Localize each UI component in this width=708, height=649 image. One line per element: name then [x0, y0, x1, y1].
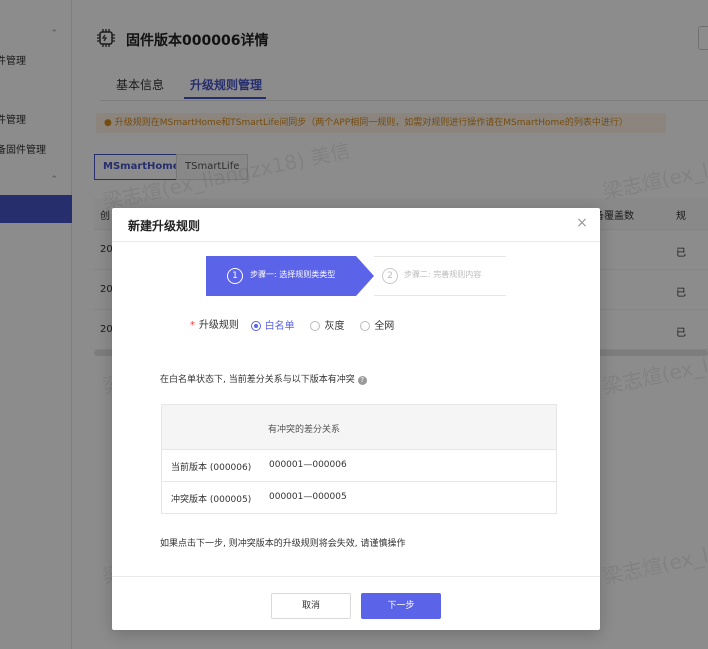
- step-1: 1 步骤一: 选择规则类类型: [206, 256, 356, 296]
- radio-unchecked-icon: [360, 321, 371, 331]
- step-2-border-top: [374, 256, 506, 257]
- step-2-label: 步骤二: 完善规则内容: [404, 270, 482, 279]
- radio-checked-icon: [250, 321, 261, 331]
- dialog-title: 新建升级规则: [128, 219, 201, 233]
- conflict-tip: 在白名单状态下, 当前差分关系与以下版本有冲突?: [160, 372, 367, 385]
- table-row: 冲突版本 (000005) 000001—000005: [171, 492, 347, 505]
- new-upgrade-rule-dialog: 新建升级规则 × 1 步骤一: 选择规则类类型 2 步骤二: 完善规则内容 * …: [112, 208, 600, 630]
- step-arrow: [356, 256, 374, 296]
- radio-unchecked-icon: [310, 321, 321, 331]
- help-icon[interactable]: ?: [357, 376, 367, 385]
- radio-whitelist[interactable]: 白名单: [250, 317, 295, 332]
- radio-all-network[interactable]: 全网: [360, 317, 394, 332]
- upgrade-rule-label: 升级规则: [198, 320, 239, 331]
- close-icon[interactable]: ×: [574, 215, 590, 231]
- conflict-table: 有冲突的差分关系 当前版本 (000006) 000001—000006 冲突版…: [161, 404, 557, 514]
- required-mark: *: [190, 320, 195, 331]
- step-2-border-bottom: [374, 295, 506, 296]
- step-indicator: 1 步骤一: 选择规则类类型 2 步骤二: 完善规则内容: [206, 256, 506, 296]
- conflict-table-header: 有冲突的差分关系: [162, 405, 556, 450]
- cancel-button[interactable]: 取消: [271, 593, 351, 619]
- dialog-footer-divider: [112, 576, 600, 577]
- upgrade-rule-field: * 升级规则 白名单 灰度 全网: [190, 316, 406, 332]
- dialog-header: 新建升级规则 ×: [112, 208, 600, 242]
- next-step-button[interactable]: 下一步: [361, 593, 441, 619]
- step-1-label: 步骤一: 选择规则类类型: [250, 270, 336, 279]
- step-1-number: 1: [227, 268, 243, 284]
- radio-grayscale[interactable]: 灰度: [310, 317, 344, 332]
- step-2-number: 2: [382, 268, 398, 284]
- table-row: 当前版本 (000006) 000001—000006: [162, 450, 556, 482]
- warning-text: 如果点击下一步, 则冲突版本的升级规则将会失效, 请谨慎操作: [160, 539, 406, 549]
